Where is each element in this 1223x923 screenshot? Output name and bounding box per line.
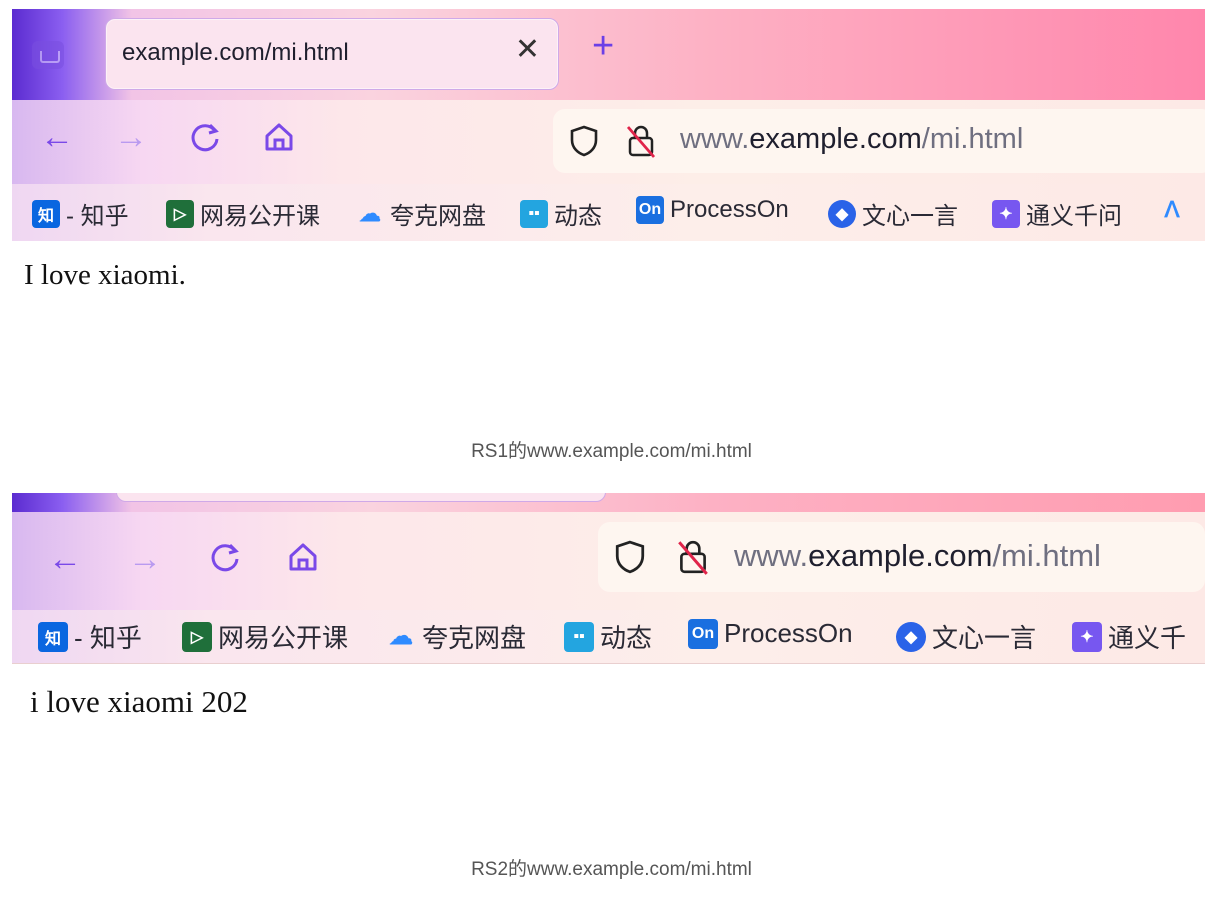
bookmark-netease-open-course[interactable]: ▷ 网易公开课 <box>166 196 320 231</box>
address-bar[interactable]: www.example.com/mi.html <box>553 109 1205 173</box>
address-bar[interactable]: www.example.com/mi.html <box>598 522 1205 592</box>
reload-icon[interactable] <box>208 540 242 580</box>
home-icon[interactable] <box>262 120 296 160</box>
back-icon[interactable]: ← <box>48 542 82 576</box>
browser-screenshot-1: example.com/mi.html ✕ + ← → www.example.… <box>12 9 1205 295</box>
page-content: I love xiaomi. <box>12 241 1205 295</box>
back-icon[interactable]: ← <box>40 120 74 154</box>
wenxin-icon: ◆ <box>828 199 856 228</box>
shield-icon[interactable] <box>569 125 599 162</box>
insecure-lock-icon[interactable] <box>625 123 657 164</box>
zhihu-icon: 知 <box>38 621 68 652</box>
processon-icon: On <box>688 618 718 649</box>
active-tab[interactable]: example.com/mi.html ✕ <box>105 18 559 90</box>
bookmark-tongyi-qianwen[interactable]: ✦ 通义千 <box>1072 618 1186 655</box>
bookmark-wenxin-yiyan[interactable]: ◆ 文心一言 <box>896 618 1036 655</box>
cloud-icon: ☁ <box>359 200 381 226</box>
app-icon: ᐱ <box>1164 197 1180 222</box>
bookmark-quark-drive[interactable]: ☁ 夸克网盘 <box>356 196 486 231</box>
forward-icon[interactable]: → <box>128 542 162 576</box>
bookmarks-bar: 知 - 知乎 ▷ 网易公开课 ☁ 夸克网盘 ▪▪ 动态 On ProcessOn… <box>12 184 1205 242</box>
tab-title: example.com/mi.html <box>122 39 349 66</box>
tabs-icon[interactable] <box>32 41 64 69</box>
bilibili-icon: ▪▪ <box>564 621 594 652</box>
close-icon[interactable]: ✕ <box>515 35 540 65</box>
cloud-icon: ☁ <box>389 623 413 650</box>
bookmark-zhihu[interactable]: 知 - 知乎 <box>32 196 129 231</box>
bookmark-netease-open-course[interactable]: ▷ 网易公开课 <box>182 618 348 655</box>
url-text[interactable]: www.example.com/mi.html <box>734 538 1101 574</box>
bilibili-icon: ▪▪ <box>520 199 548 228</box>
navigation-bar: ← → www.example.com/mi.html <box>12 512 1205 610</box>
tongyi-icon: ✦ <box>1072 621 1102 652</box>
bookmark-truncated[interactable]: ᐱ <box>1158 196 1192 224</box>
home-icon[interactable] <box>286 540 320 580</box>
caption-2: RS2的www.example.com/mi.html <box>471 859 752 880</box>
bookmark-bilibili-dynamics[interactable]: ▪▪ 动态 <box>520 196 602 231</box>
bookmark-zhihu[interactable]: 知 - 知乎 <box>38 618 142 655</box>
bookmark-quark-drive[interactable]: ☁ 夸克网盘 <box>386 618 526 655</box>
shield-icon[interactable] <box>614 540 646 579</box>
wenxin-icon: ◆ <box>896 621 926 652</box>
browser-screenshot-2: ← → www.example.com/mi.html 知 - 知乎 ▷ 网易公… <box>12 493 1205 723</box>
bookmark-tongyi-qianwen[interactable]: ✦ 通义千问 <box>992 196 1122 231</box>
tab-strip <box>12 493 1205 512</box>
play-icon: ▷ <box>166 199 194 228</box>
processon-icon: On <box>636 196 664 224</box>
url-text[interactable]: www.example.com/mi.html <box>680 123 1023 156</box>
caption-1: RS1的www.example.com/mi.html <box>471 441 752 462</box>
navigation-bar: ← → www.example.com/mi.html <box>12 100 1205 184</box>
bookmark-wenxin-yiyan[interactable]: ◆ 文心一言 <box>828 196 958 231</box>
zhihu-icon: 知 <box>32 199 60 228</box>
bookmark-bilibili-dynamics[interactable]: ▪▪ 动态 <box>564 618 652 655</box>
play-icon: ▷ <box>182 621 212 652</box>
reload-icon[interactable] <box>188 120 222 160</box>
tab-strip: example.com/mi.html ✕ + <box>12 9 1205 100</box>
tongyi-icon: ✦ <box>992 199 1020 228</box>
insecure-lock-icon[interactable] <box>676 538 710 581</box>
forward-icon[interactable]: → <box>114 120 148 154</box>
active-tab[interactable] <box>116 493 606 502</box>
new-tab-icon[interactable]: + <box>592 27 614 65</box>
page-text: I love xiaomi. <box>24 259 186 291</box>
bookmarks-bar: 知 - 知乎 ▷ 网易公开课 ☁ 夸克网盘 ▪▪ 动态 On ProcessOn… <box>12 610 1205 664</box>
bookmark-processon[interactable]: On ProcessOn <box>688 618 853 649</box>
page-content: i love xiaomi 202 <box>12 664 1205 723</box>
bookmark-processon[interactable]: On ProcessOn <box>636 196 789 224</box>
page-text: i love xiaomi 202 <box>30 684 248 719</box>
